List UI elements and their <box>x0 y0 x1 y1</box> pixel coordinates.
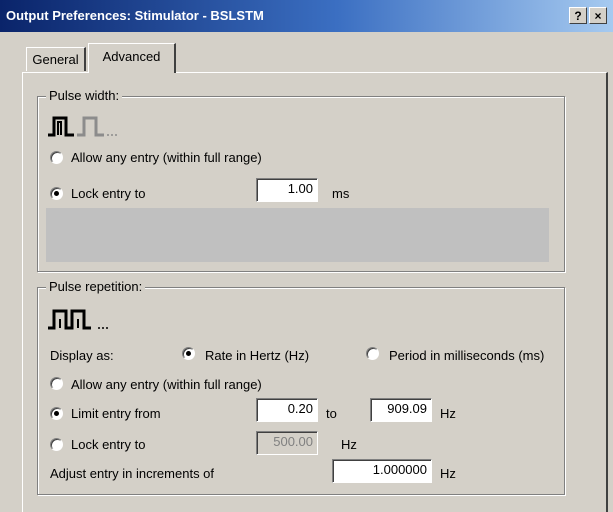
pulse-width-allow-any-label: Allow any entry (within full range) <box>71 150 262 165</box>
repetition-lock-unit: Hz <box>341 437 357 452</box>
increment-unit: Hz <box>440 466 456 481</box>
increment-input[interactable]: 1.000000 <box>332 459 432 483</box>
increment-label: Adjust entry in increments of <box>50 466 215 481</box>
limit-entry-radio[interactable] <box>50 407 63 420</box>
repetition-allow-any-radio[interactable] <box>50 377 63 390</box>
display-as-label: Display as: <box>50 348 114 363</box>
pulse-width-unit: ms <box>332 186 350 201</box>
limit-entry-label: Limit entry from <box>71 406 161 421</box>
pulse-width-lock-input[interactable]: 1.00 <box>256 178 318 202</box>
pulse-repetition-icon <box>48 309 108 330</box>
tab-general[interactable]: General <box>26 47 86 71</box>
period-ms-radio[interactable] <box>366 347 379 360</box>
help-button[interactable]: ? <box>569 7 587 24</box>
limit-from-input[interactable]: 0.20 <box>256 398 318 422</box>
pulse-width-lock-label: Lock entry to <box>71 186 146 201</box>
pulse-width-info-area <box>46 208 549 262</box>
pulse-width-lock-radio[interactable] <box>50 187 63 200</box>
repetition-lock-radio[interactable] <box>50 438 63 451</box>
repetition-lock-label: Lock entry to <box>71 437 146 452</box>
close-button[interactable]: × <box>589 7 607 24</box>
pulse-width-allow-any-radio[interactable] <box>50 151 63 164</box>
limit-unit: Hz <box>440 406 456 421</box>
pulse-repetition-legend: Pulse repetition: <box>46 279 146 294</box>
limit-to-label: to <box>326 406 337 421</box>
rate-hertz-radio[interactable] <box>182 347 195 360</box>
repetition-lock-input: 500.00 <box>256 431 318 455</box>
limit-to-input[interactable]: 909.09 <box>370 398 432 422</box>
rate-hertz-label: Rate in Hertz (Hz) <box>205 348 310 363</box>
pulse-width-legend: Pulse width: <box>46 88 123 103</box>
pulse-width-icon <box>48 116 117 137</box>
window-title: Output Preferences: Stimulator - BSLSTM <box>6 8 264 23</box>
tab-advanced[interactable]: Advanced <box>88 43 176 73</box>
repetition-allow-any-label: Allow any entry (within full range) <box>71 377 262 392</box>
title-bar: Output Preferences: Stimulator - BSLSTM … <box>0 0 613 32</box>
period-ms-label: Period in milliseconds (ms) <box>389 348 545 363</box>
